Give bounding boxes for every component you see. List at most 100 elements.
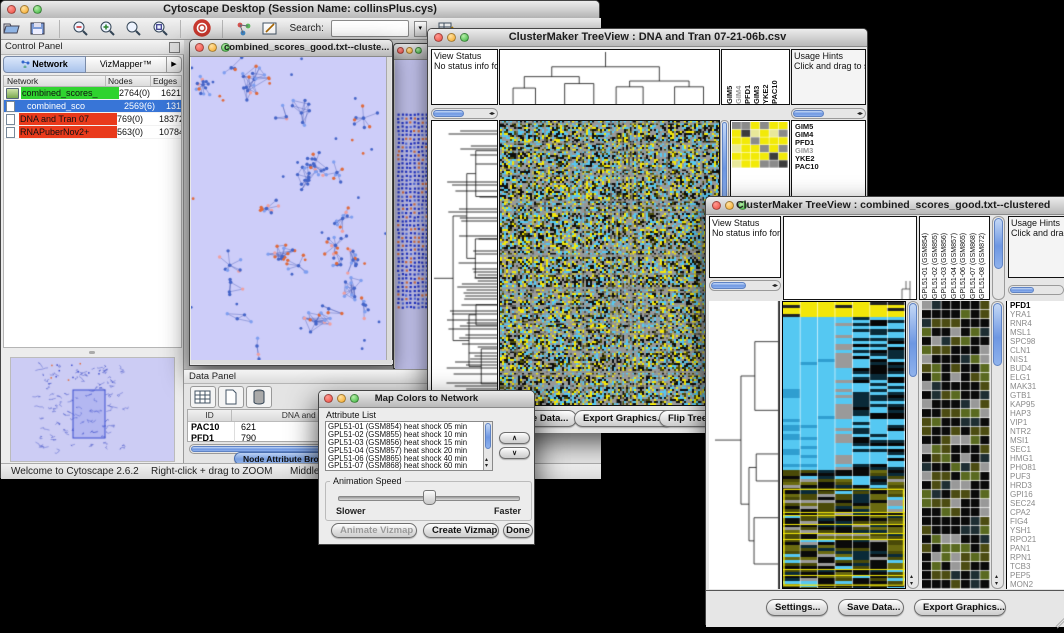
slider-max-label: Faster — [494, 506, 521, 516]
tv2-genelist-vscrollbar[interactable]: ▴▾ — [991, 301, 1004, 589]
network-list-row[interactable]: DNA and Tran 07 769(0) 183728(0) — [4, 113, 181, 126]
minimize-button[interactable] — [725, 201, 734, 210]
tv2-heatmap-vscrollbar[interactable]: ▴▾ — [907, 301, 919, 589]
help-ring-icon[interactable] — [192, 19, 212, 38]
network-hscrollbar[interactable] — [191, 360, 393, 364]
resize-grip[interactable] — [1047, 609, 1064, 628]
gene-label[interactable]: VIP1 — [1007, 418, 1064, 427]
panel-divider[interactable] — [3, 349, 182, 356]
open-session-button[interactable] — [2, 19, 22, 38]
save-session-button[interactable] — [28, 19, 48, 38]
gene-label[interactable]: PFD1 — [1007, 301, 1064, 310]
tab-vizmapper[interactable]: VizMapper™ — [86, 56, 168, 73]
gene-label[interactable]: HMG1 — [1007, 454, 1064, 463]
gene-label[interactable]: ELG1 — [1007, 373, 1064, 382]
gene-label[interactable]: BUD4 — [1007, 364, 1064, 373]
gene-label[interactable]: CPA2 — [1007, 508, 1064, 517]
save-data-button[interactable]: Save Data... — [838, 599, 904, 616]
move-up-button[interactable]: ∧ — [499, 432, 530, 444]
tv2-view-status: View StatusNo status info for this view — [709, 216, 781, 278]
gene-label[interactable]: MSL1 — [1007, 328, 1064, 337]
network-view-canvas[interactable] — [191, 57, 388, 363]
gene-label[interactable]: GPI16 — [1007, 490, 1064, 499]
tv1-column-dendrogram[interactable] — [499, 49, 720, 105]
gene-label[interactable]: FIG4 — [1007, 517, 1064, 526]
close-button[interactable] — [712, 201, 721, 210]
trash-icon[interactable] — [246, 386, 272, 408]
move-down-button[interactable]: ∨ — [499, 447, 530, 459]
export-graphics-button[interactable]: Export Graphics... — [914, 599, 1006, 616]
tv2-row-dendrogram[interactable] — [709, 301, 780, 589]
attribute-list-scrollbar[interactable]: ▴▾ — [483, 422, 492, 470]
network-list-row[interactable]: RNAPuberNov2+ 563(0) 107847(0) — [4, 126, 181, 139]
gene-label[interactable]: HAP3 — [1007, 409, 1064, 418]
zoom-actual-icon[interactable] — [123, 19, 143, 38]
close-button[interactable] — [195, 43, 204, 52]
done-button[interactable]: Done — [503, 523, 533, 538]
tv1-row-dendrogram[interactable] — [431, 120, 498, 406]
main-titlebar[interactable]: Cytoscape Desktop (Session Name: collins… — [1, 1, 599, 19]
network-row-icon — [6, 114, 15, 125]
tv2-top-vscrollbar[interactable] — [992, 216, 1005, 300]
search-dropdown-button[interactable]: ▾ — [414, 21, 427, 37]
column-label: GPL51-06 (GSM865) — [960, 217, 970, 299]
gene-label[interactable]: RPO21 — [1007, 535, 1064, 544]
search-input[interactable] — [331, 20, 409, 37]
network-list-row[interactable]: combined_scores_ 2764(0) 16218(0) — [4, 87, 181, 100]
tv1-heatmap[interactable] — [499, 120, 720, 406]
birdseye-view[interactable] — [10, 357, 175, 462]
vizmapper-icon[interactable] — [234, 19, 254, 38]
annotation-icon[interactable] — [260, 19, 280, 38]
close-button[interactable] — [397, 47, 404, 54]
gene-label[interactable]: GTB1 — [1007, 391, 1064, 400]
minimize-button[interactable] — [406, 47, 413, 54]
gene-label[interactable]: MSI1 — [1007, 436, 1064, 445]
gene-label[interactable]: RNR4 — [1007, 319, 1064, 328]
network-row-nodes: 563(0) — [117, 126, 159, 138]
attribute-list-item[interactable]: GPL51-07 (GSM868) heat shock 60 min — [326, 462, 492, 470]
minimize-button[interactable] — [208, 43, 217, 52]
gene-label[interactable]: YSH1 — [1007, 526, 1064, 535]
tv2-secondary-heatmap[interactable] — [922, 301, 990, 589]
gene-label[interactable]: NTR2 — [1007, 427, 1064, 436]
create-vizmap-button[interactable]: Create Vizmap — [423, 523, 499, 538]
animation-speed-group: Animation Speed Slower Faster — [325, 481, 532, 521]
zoom-out-icon[interactable] — [70, 19, 90, 38]
gene-label[interactable]: PUF3 — [1007, 472, 1064, 481]
gene-label[interactable]: SEC1 — [1007, 445, 1064, 454]
gene-label[interactable]: SPC98 — [1007, 337, 1064, 346]
tv2-hints-scrollbar[interactable] — [1008, 285, 1064, 295]
tab-overflow-button[interactable]: ▶ — [167, 56, 182, 73]
animate-vizmap-button[interactable]: Animate Vizmap — [331, 523, 417, 538]
zoom-fit-icon[interactable] — [150, 19, 170, 38]
network-list-row[interactable]: combined_sco 2569(6) 13112(15) — [4, 100, 181, 113]
gene-label[interactable]: MAK31 — [1007, 382, 1064, 391]
column-label: GPL51-02 (GSM855) — [932, 217, 942, 299]
gene-label[interactable]: NIS1 — [1007, 355, 1064, 364]
zoom-button[interactable] — [415, 47, 422, 54]
gene-label[interactable]: SEC24 — [1007, 499, 1064, 508]
network-vscrollbar[interactable] — [386, 57, 391, 363]
new-document-icon[interactable] — [218, 386, 244, 408]
gene-label[interactable]: RPN1 — [1007, 553, 1064, 562]
tv2-status-scrollbar[interactable]: ◂▸ — [709, 280, 781, 291]
tv2-column-dendrogram[interactable] — [783, 216, 917, 300]
tab-network[interactable]: Network — [3, 56, 86, 73]
gene-label[interactable]: TCB3 — [1007, 562, 1064, 571]
float-panel-icon[interactable] — [169, 42, 180, 53]
zoom-in-icon[interactable] — [97, 19, 117, 38]
speed-slider-thumb[interactable] — [423, 490, 436, 505]
gene-label[interactable]: CLN1 — [1007, 346, 1064, 355]
gene-label[interactable]: HRD3 — [1007, 481, 1064, 490]
tv1-hints-scrollbar[interactable]: ◂▸ — [791, 108, 866, 119]
gene-label[interactable]: PHO81 — [1007, 463, 1064, 472]
tv1-status-scrollbar[interactable]: ◂▸ — [431, 108, 498, 119]
tv2-heatmap[interactable] — [782, 301, 906, 589]
gene-label[interactable]: YRA1 — [1007, 310, 1064, 319]
gene-label[interactable]: KAP95 — [1007, 400, 1064, 409]
gene-label[interactable]: MON2 — [1007, 580, 1064, 589]
table-icon[interactable] — [190, 386, 216, 408]
gene-label[interactable]: PAN1 — [1007, 544, 1064, 553]
gene-label[interactable]: PEP5 — [1007, 571, 1064, 580]
settings-button[interactable]: Settings... — [766, 599, 828, 616]
